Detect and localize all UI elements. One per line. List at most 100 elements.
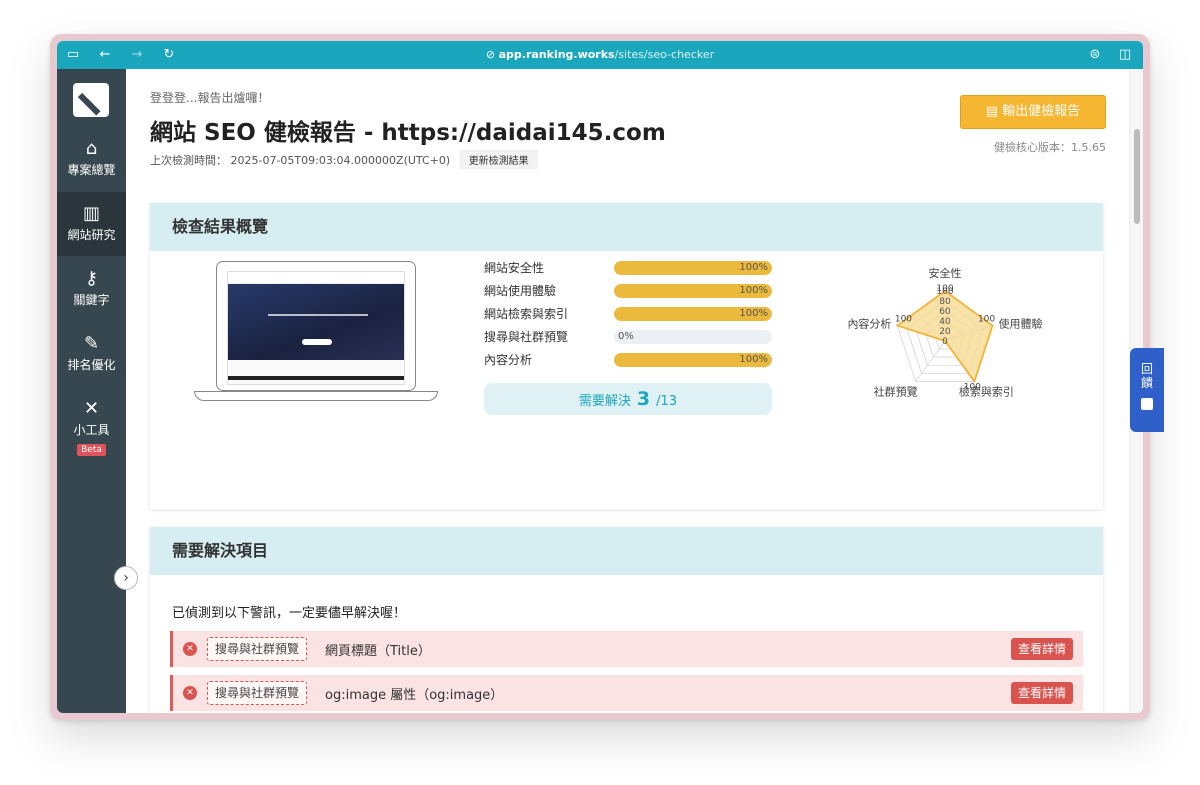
radar-tick-label: 80 — [939, 297, 951, 307]
chevron-right-icon: › — [123, 570, 129, 586]
last-scan-label: 上次檢測時間： — [150, 154, 227, 167]
laptop-lid — [216, 261, 416, 391]
url-path: /sites/seo-checker — [614, 48, 715, 61]
metric-percent: 100% — [739, 308, 768, 319]
resolve-summary: 需要解決 3/13 — [484, 383, 772, 415]
page-subtitle: 登登登...報告出爐囉！ — [150, 91, 270, 105]
issue-category-tag: 搜尋與社群預覽 — [207, 637, 308, 661]
score-metrics: 網站安全性 100% 網站使用體驗 100% 網站檢索與索引 100% 搜尋與社群預覽 0% 內… — [484, 257, 774, 372]
smile-icon — [1141, 398, 1153, 410]
sidebar: ⌂ 專案總覽 ▥ 網站研究 ⚷ 關鍵字 ✎ 排名優化 ✕ 小工具 Beta — [57, 69, 126, 713]
error-icon: ✕ — [183, 642, 197, 656]
sidebar-item-label: 關鍵字 — [73, 293, 110, 307]
radar-tick-label: 60 — [939, 307, 951, 317]
sidebar-item-tools[interactable]: ✕ 小工具 Beta — [57, 387, 126, 459]
feedback-label: 回饋 — [1140, 362, 1153, 390]
metric-percent: 0% — [618, 331, 634, 342]
sidebar-item-label: 小工具 — [73, 423, 110, 437]
radar-axis-label: 社群預覽 — [874, 384, 918, 398]
radar-data-label: 100 — [936, 284, 953, 294]
monitor-icon: ▥ — [82, 203, 100, 224]
app-logo[interactable] — [73, 83, 109, 117]
home-icon: ⌂ — [85, 138, 98, 159]
radar-tick-label: 40 — [939, 317, 951, 327]
export-report-button[interactable]: ▤ 輸出健檢報告 — [960, 95, 1106, 129]
scrollbar-thumb[interactable] — [1134, 129, 1140, 224]
document-icon: ▤ — [985, 104, 999, 119]
last-scan: 上次檢測時間： 2025-07-05T09:03:04.000000Z(UTC+… — [150, 150, 538, 169]
radar-axis-label: 使用體驗 — [999, 317, 1043, 331]
expand-sidebar-button[interactable]: › — [114, 566, 138, 590]
sidebar-item-site-research[interactable]: ▥ 網站研究 — [57, 192, 126, 256]
warning-text: 已偵測到以下警訊，一定要儘早解決喔！ — [172, 606, 407, 621]
overview-title: 檢查結果概覽 — [150, 203, 1103, 251]
sidebar-item-keywords[interactable]: ⚷ 關鍵字 — [57, 257, 126, 321]
view-details-button[interactable]: 查看詳情 — [1010, 682, 1073, 704]
metric-row: 網站安全性 100% — [484, 257, 774, 280]
metric-progress-bar: 100% — [614, 353, 772, 367]
metric-percent: 100% — [739, 354, 768, 365]
metric-label: 內容分析 — [484, 353, 533, 367]
export-label: 輸出健檢報告 — [1002, 104, 1081, 119]
metric-progress-bar: 0% — [614, 330, 772, 344]
metric-row: 內容分析 100% — [484, 349, 774, 372]
refresh-button[interactable]: 更新檢測結果 — [459, 150, 538, 169]
browser-window: ▭ ← → ↻ ⊘ app.ranking.works/sites/seo-ch… — [50, 34, 1150, 720]
metric-progress-bar: 100% — [614, 284, 772, 298]
laptop-base — [194, 391, 438, 401]
issues-card: 需要解決項目 已偵測到以下警訊，一定要儘早解決喔！ ✕ 搜尋與社群預覽 網頁標題… — [150, 527, 1103, 713]
radar-tick-label: 0 — [942, 337, 948, 347]
sidebar-item-label: 排名優化 — [67, 358, 116, 372]
radar-axis-label: 內容分析 — [847, 317, 891, 331]
lock-icon: ⊘ — [485, 48, 496, 61]
tools-icon: ✎ — [83, 333, 100, 354]
reader-icon[interactable]: ⊜ — [1087, 47, 1103, 63]
engine-version: 健檢核心版本：1.5.65 — [994, 141, 1106, 154]
main-content: 登登登...報告出爐囉！ 網站 SEO 健檢報告 - https://daida… — [126, 69, 1129, 713]
beta-badge: Beta — [77, 444, 106, 456]
url-host: app.ranking.works — [498, 48, 615, 61]
metric-progress-bar: 100% — [614, 261, 772, 275]
sidebar-item-label: 網站研究 — [67, 228, 116, 242]
radar-data-label: 100 — [978, 315, 995, 325]
metric-percent: 100% — [739, 285, 768, 296]
issues-title: 需要解決項目 — [150, 527, 1103, 575]
resolve-total: /13 — [656, 394, 678, 409]
metric-percent: 100% — [739, 262, 768, 273]
site-screenshot — [227, 271, 405, 385]
issue-category-tag: 搜尋與社群預覽 — [207, 681, 308, 705]
metric-label: 搜尋與社群預覽 — [484, 330, 569, 344]
sidebar-item-label: 專案總覽 — [67, 163, 116, 177]
overview-card: 檢查結果概覽 網站安全性 100% 網站使用體驗 100% 網站檢索與索引 100% 搜尋與… — [150, 203, 1103, 509]
browser-toolbar: ▭ ← → ↻ ⊘ app.ranking.works/sites/seo-ch… — [57, 41, 1143, 69]
resolve-label: 需要解決 — [578, 394, 631, 409]
radar-data-label: 100 — [964, 382, 981, 392]
key-icon: ⚷ — [84, 268, 99, 289]
metric-row: 網站使用體驗 100% — [484, 280, 774, 303]
sidebar-item-projects[interactable]: ⌂ 專案總覽 — [57, 127, 126, 191]
issue-text: og:image 屬性（og:image） — [325, 688, 504, 703]
radar-tick-label: 20 — [939, 327, 951, 337]
browser-viewport: ▭ ← → ↻ ⊘ app.ranking.works/sites/seo-ch… — [57, 41, 1143, 713]
split-view-icon[interactable]: ◫ — [1117, 47, 1133, 63]
resolve-count: 3 — [636, 388, 651, 410]
error-icon: ✕ — [183, 686, 197, 700]
issue-text: 網頁標題（Title） — [325, 644, 431, 659]
address-bar[interactable]: ⊘ app.ranking.works/sites/seo-checker — [57, 48, 1143, 61]
view-details-button[interactable]: 查看詳情 — [1010, 638, 1073, 660]
metric-label: 網站安全性 — [484, 261, 545, 275]
radar-axis-label: 安全性 — [929, 266, 962, 280]
site-preview-laptop — [194, 261, 438, 409]
feedback-button[interactable]: 回饋 — [1130, 348, 1164, 432]
wrench-icon: ✕ — [83, 398, 100, 419]
issue-row: ✕ 搜尋與社群預覽 網頁標題（Title） 查看詳情 — [170, 631, 1083, 667]
sidebar-item-ranking[interactable]: ✎ 排名優化 — [57, 322, 126, 386]
metric-label: 網站使用體驗 — [484, 284, 557, 298]
issue-row: ✕ 搜尋與社群預覽 og:image 屬性（og:image） 查看詳情 — [170, 675, 1083, 711]
last-scan-value: 2025-07-05T09:03:04.000000Z(UTC+0) — [230, 154, 451, 167]
metric-label: 網站檢索與索引 — [484, 307, 569, 321]
metric-row: 搜尋與社群預覽 0% — [484, 326, 774, 349]
radar-data-label: 100 — [895, 315, 912, 325]
metric-progress-bar: 100% — [614, 307, 772, 321]
metric-row: 網站檢索與索引 100% — [484, 303, 774, 326]
